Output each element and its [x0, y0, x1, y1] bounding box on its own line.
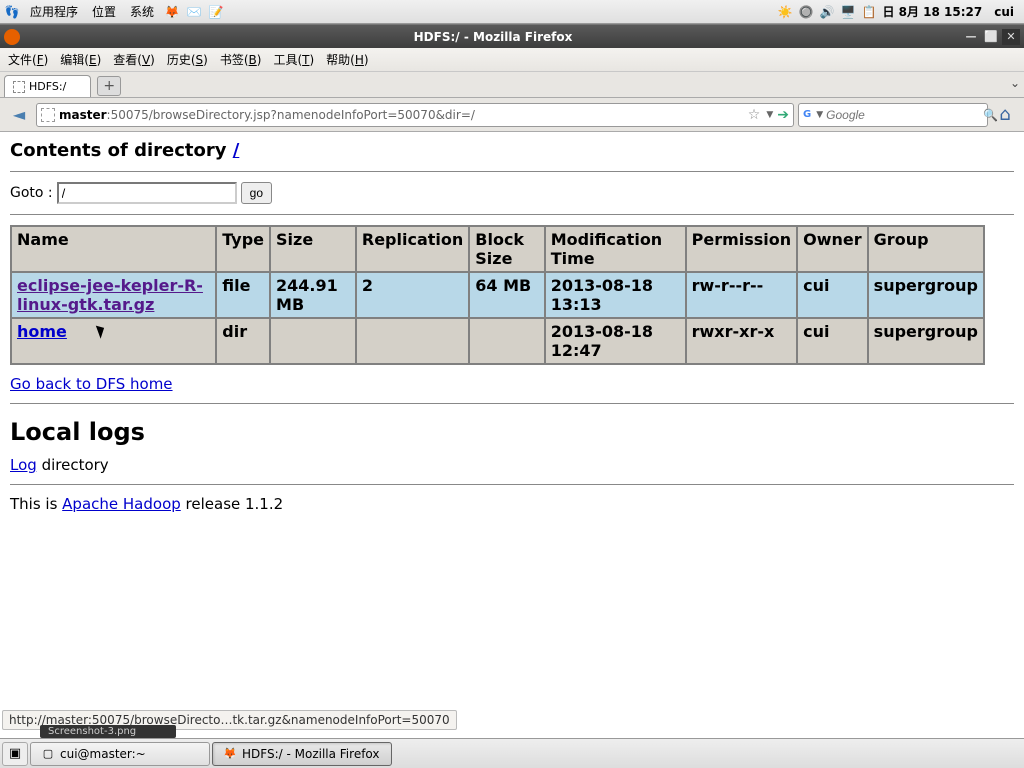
firefox-task-icon: 🦊: [223, 747, 237, 761]
cell-mod: 2013-08-18 13:13: [545, 272, 686, 318]
tab-list-dropdown[interactable]: ⌄: [1010, 76, 1020, 90]
file-link[interactable]: eclipse-jee-kepler-R-linux-gtk.tar.gz: [17, 276, 203, 314]
th-name: Name: [11, 226, 216, 272]
cell-type: dir: [216, 318, 270, 364]
search-input[interactable]: [826, 108, 983, 122]
cell-perm: rwxr-xr-x: [686, 318, 798, 364]
clock[interactable]: 日 8月 18 15:27: [882, 3, 982, 20]
menu-system[interactable]: 系统: [126, 3, 158, 20]
menu-help[interactable]: 帮助(H): [326, 51, 368, 68]
screenshot-strip: Screenshot-3.png: [40, 725, 176, 738]
cell-size: [270, 318, 356, 364]
update-icon[interactable]: ☀️: [778, 5, 793, 19]
tab-label: HDFS:/: [29, 80, 66, 93]
th-owner: Owner: [797, 226, 868, 272]
table-row: eclipse-jee-kepler-R-linux-gtk.tar.gz fi…: [11, 272, 984, 318]
url-favicon: [41, 108, 55, 122]
th-mod-time: Modification Time: [545, 226, 686, 272]
th-block-size: Block Size: [469, 226, 544, 272]
cell-owner: cui: [797, 272, 868, 318]
maximize-button[interactable]: ⬜: [982, 29, 1000, 45]
cell-rep: 2: [356, 272, 469, 318]
local-logs-heading: Local logs: [10, 418, 1014, 446]
cell-block: [469, 318, 544, 364]
menu-places[interactable]: 位置: [88, 3, 120, 20]
user-menu[interactable]: cui: [988, 5, 1020, 19]
release-line: This is Apache Hadoop release 1.1.2: [10, 495, 1014, 513]
dir-link[interactable]: home: [17, 322, 67, 341]
go-arrow-icon[interactable]: ➔: [777, 107, 789, 123]
th-size: Size: [270, 226, 356, 272]
menu-edit[interactable]: 编辑(E): [60, 51, 101, 68]
tab-favicon: [13, 81, 25, 93]
notes-launcher-icon[interactable]: 📝: [208, 4, 224, 20]
url-dropdown-icon[interactable]: ▼: [766, 110, 773, 120]
cell-group: supergroup: [868, 272, 984, 318]
directory-table: Name Type Size Replication Block Size Mo…: [10, 225, 985, 365]
th-group: Group: [868, 226, 984, 272]
cell-owner: cui: [797, 318, 868, 364]
th-permission: Permission: [686, 226, 798, 272]
th-replication: Replication: [356, 226, 469, 272]
cell-size: 244.91 MB: [270, 272, 356, 318]
clipboard-icon[interactable]: 📋: [861, 5, 876, 19]
back-button[interactable]: ◄: [6, 102, 32, 128]
menu-view[interactable]: 查看(V): [113, 51, 155, 68]
home-button[interactable]: ⌂: [992, 102, 1018, 128]
table-row: home dir 2013-08-18 12:47 rwxr-xr-x cui …: [11, 318, 984, 364]
search-engine-dropdown[interactable]: ▼: [816, 110, 823, 120]
firefox-icon: [4, 29, 20, 45]
gnome-foot-icon[interactable]: 👣: [4, 4, 20, 20]
network-icon[interactable]: 🔘: [799, 5, 814, 19]
cell-type: file: [216, 272, 270, 318]
minimize-button[interactable]: —: [962, 29, 980, 45]
goto-input[interactable]: [57, 182, 237, 204]
taskbar-terminal[interactable]: ▢ cui@master:~: [30, 742, 210, 766]
volume-icon[interactable]: 🔊: [820, 5, 835, 19]
goto-label: Goto :: [10, 185, 53, 201]
terminal-icon: ▢: [41, 747, 55, 761]
close-button[interactable]: ✕: [1002, 29, 1020, 45]
cell-perm: rw-r--r--: [686, 272, 798, 318]
window-title: HDFS:/ - Mozilla Firefox: [26, 30, 960, 44]
browser-tab[interactable]: HDFS:/: [4, 75, 91, 97]
cell-group: supergroup: [868, 318, 984, 364]
cell-rep: [356, 318, 469, 364]
dir-root-link[interactable]: /: [233, 140, 240, 161]
log-link[interactable]: Log: [10, 456, 37, 474]
url-bar[interactable]: master:50075/browseDirectory.jsp?namenod…: [36, 103, 794, 127]
hadoop-link[interactable]: Apache Hadoop: [62, 495, 181, 513]
new-tab-button[interactable]: +: [97, 76, 121, 96]
url-text: master:50075/browseDirectory.jsp?namenod…: [59, 108, 744, 122]
bookmark-star-icon[interactable]: ☆: [748, 107, 761, 123]
display-icon[interactable]: 🖥️: [841, 5, 856, 19]
show-desktop-button[interactable]: ▣: [2, 742, 28, 766]
menu-tools[interactable]: 工具(T): [273, 51, 314, 68]
taskbar-terminal-label: cui@master:~: [60, 747, 146, 761]
google-icon: [803, 108, 811, 122]
taskbar-firefox-label: HDFS:/ - Mozilla Firefox: [242, 747, 380, 761]
th-type: Type: [216, 226, 270, 272]
menu-file[interactable]: 文件(F): [8, 51, 48, 68]
page-title: Contents of directory /: [10, 140, 1014, 161]
mail-launcher-icon[interactable]: ✉️: [186, 4, 202, 20]
go-button[interactable]: go: [241, 182, 272, 204]
taskbar-firefox[interactable]: 🦊 HDFS:/ - Mozilla Firefox: [212, 742, 392, 766]
cell-mod: 2013-08-18 12:47: [545, 318, 686, 364]
dfs-home-link[interactable]: Go back to DFS home: [10, 375, 173, 393]
firefox-launcher-icon[interactable]: 🦊: [164, 4, 180, 20]
cell-block: 64 MB: [469, 272, 544, 318]
search-box[interactable]: ▼ 🔍: [798, 103, 988, 127]
menu-bookmarks[interactable]: 书签(B): [220, 51, 262, 68]
menu-applications[interactable]: 应用程序: [26, 3, 82, 20]
log-suffix: directory: [37, 456, 109, 474]
menu-history[interactable]: 历史(S): [167, 51, 208, 68]
table-header-row: Name Type Size Replication Block Size Mo…: [11, 226, 984, 272]
